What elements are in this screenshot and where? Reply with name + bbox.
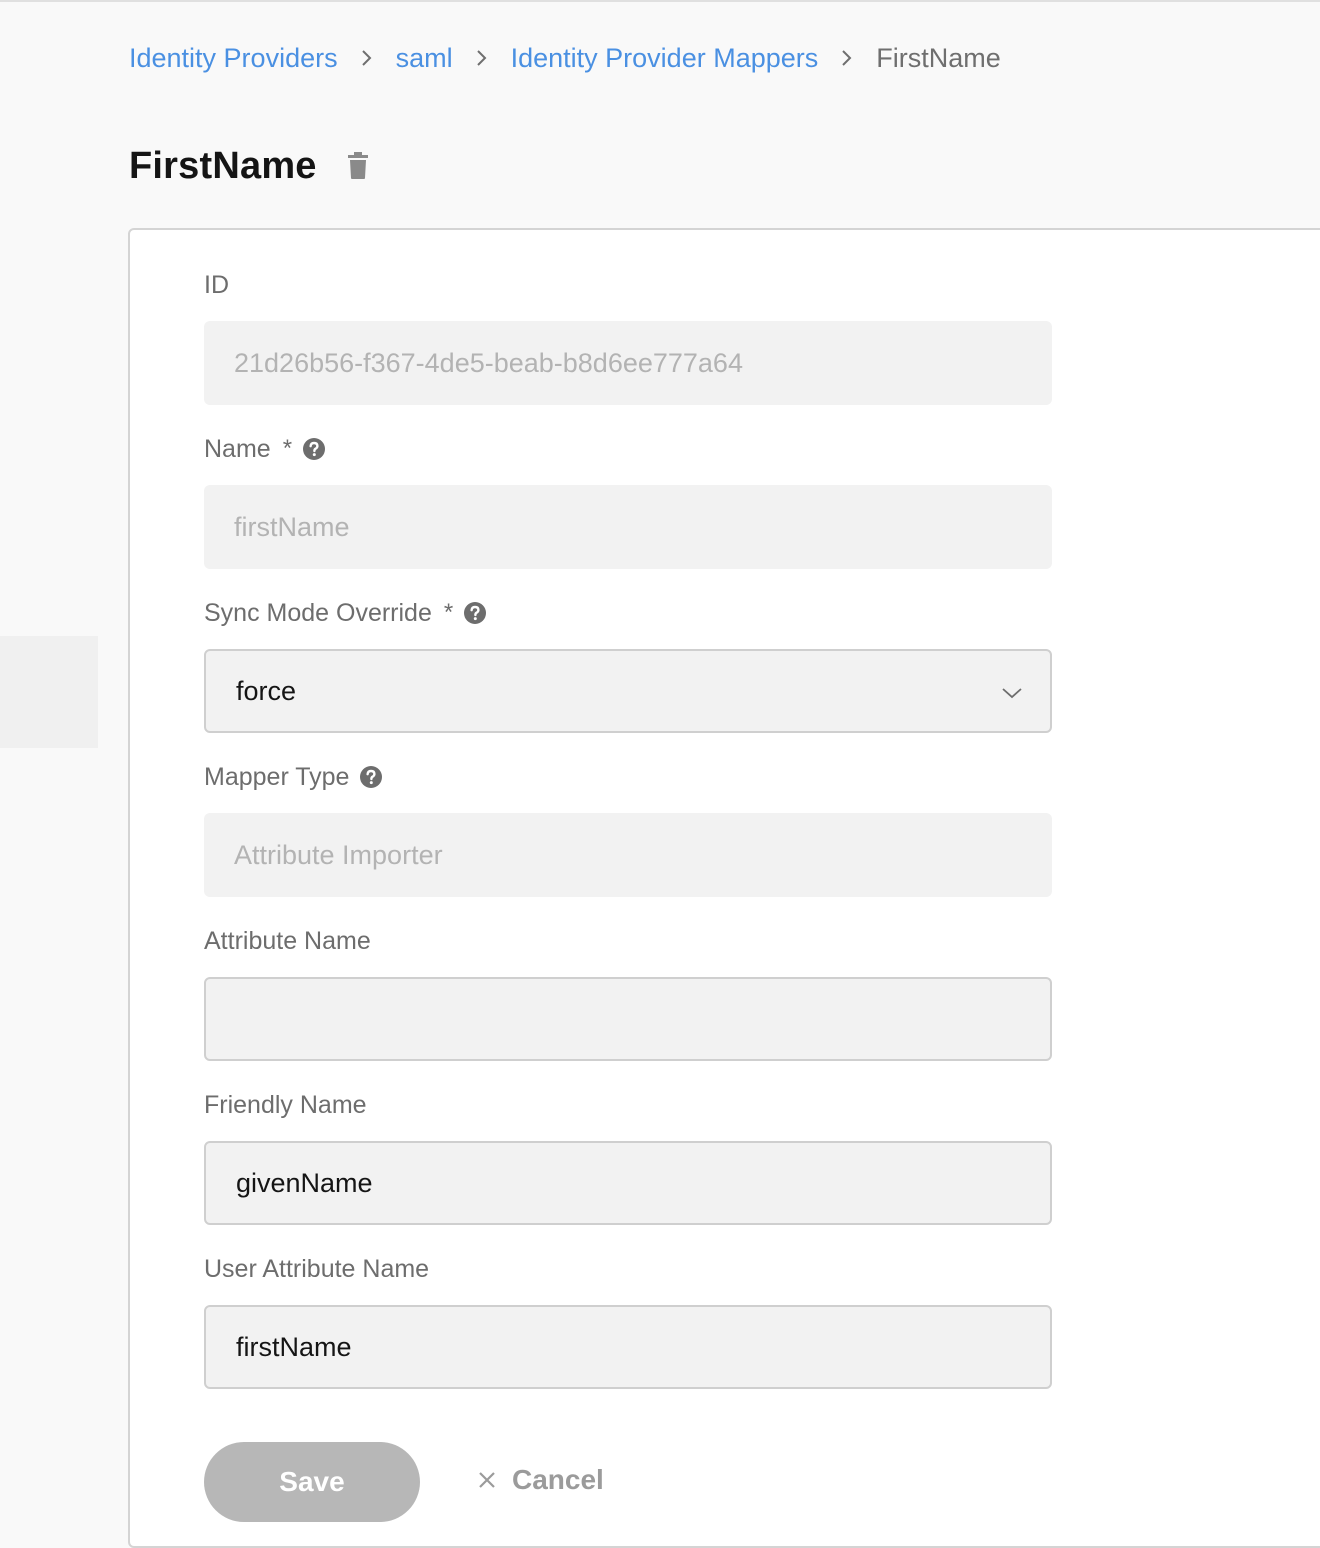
mapper-type-field: Attribute Importer (204, 813, 1052, 897)
friendly-name-input[interactable]: givenName (204, 1141, 1052, 1225)
breadcrumb: Identity Providers saml Identity Provide… (129, 38, 1001, 78)
help-icon[interactable] (302, 437, 326, 461)
breadcrumb-identity-providers[interactable]: Identity Providers (129, 43, 338, 74)
attribute-name-label: Attribute Name (204, 925, 1052, 957)
attribute-name-label-text: Attribute Name (204, 926, 371, 955)
field-mapper-type: Mapper Type Attribute Importer (204, 761, 1052, 897)
field-name: Name * firstName (204, 433, 1052, 569)
user-attribute-name-label-text: User Attribute Name (204, 1254, 430, 1283)
friendly-name-label-text: Friendly Name (204, 1090, 367, 1119)
chevron-right-icon (338, 49, 396, 67)
id-label-text: ID (204, 270, 229, 299)
mapper-type-label-text: Mapper Type (204, 762, 350, 791)
user-attribute-name-label: User Attribute Name (204, 1253, 1052, 1285)
top-divider (0, 0, 1320, 2)
help-icon[interactable] (359, 765, 383, 789)
chevron-down-icon (1000, 681, 1024, 705)
name-label: Name * (204, 433, 1052, 465)
id-label: ID (204, 269, 1052, 301)
cancel-button[interactable]: Cancel (476, 1460, 604, 1500)
sync-mode-label: Sync Mode Override * (204, 597, 1052, 629)
required-marker: * (282, 435, 293, 462)
friendly-name-label: Friendly Name (204, 1089, 1052, 1121)
trash-icon[interactable] (347, 152, 369, 180)
page-title: FirstName (129, 144, 317, 187)
chevron-right-icon (818, 49, 876, 67)
name-label-text: Name (204, 434, 271, 463)
cancel-label: Cancel (512, 1464, 604, 1495)
help-icon[interactable] (463, 601, 487, 625)
name-field: firstName (204, 485, 1052, 569)
breadcrumb-current: FirstName (876, 42, 1001, 73)
chevron-right-icon (453, 49, 511, 67)
field-id: ID 21d26b56-f367-4de5-beab-b8d6ee777a64 (204, 269, 1052, 405)
sync-mode-select[interactable]: force (204, 649, 1052, 733)
id-field: 21d26b56-f367-4de5-beab-b8d6ee777a64 (204, 321, 1052, 405)
field-friendly-name: Friendly Name givenName (204, 1089, 1052, 1225)
breadcrumb-identity-provider-mappers[interactable]: Identity Provider Mappers (511, 43, 819, 74)
sidebar-highlight (0, 636, 98, 748)
field-user-attribute-name: User Attribute Name firstName (204, 1253, 1052, 1389)
field-attribute-name: Attribute Name (204, 925, 1052, 1061)
save-button[interactable]: Save (204, 1442, 420, 1522)
sync-mode-label-text: Sync Mode Override (204, 598, 432, 627)
field-sync-mode: Sync Mode Override * force (204, 597, 1052, 733)
close-icon (476, 1469, 498, 1491)
mapper-type-label: Mapper Type (204, 761, 1052, 793)
attribute-name-input[interactable] (204, 977, 1052, 1061)
page-header: FirstName (129, 140, 369, 192)
required-marker: * (443, 599, 454, 626)
user-attribute-name-input[interactable]: firstName (204, 1305, 1052, 1389)
sync-mode-selected-value: force (236, 675, 297, 706)
breadcrumb-saml[interactable]: saml (396, 43, 453, 74)
